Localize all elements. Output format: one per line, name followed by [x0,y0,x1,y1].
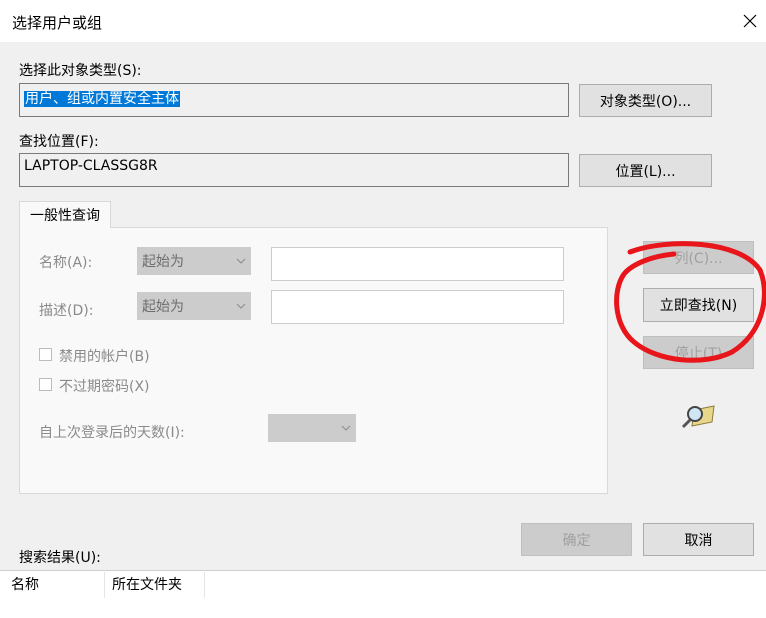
column-header-folder[interactable]: 所在文件夹 [104,570,204,598]
name-match-value: 起始为 [142,254,184,270]
name-input[interactable] [271,247,564,281]
no-expire-password-checkbox[interactable] [39,378,52,391]
object-types-button[interactable]: 对象类型(O)... [579,84,712,117]
description-label: 描述(D): [39,303,94,319]
locations-button[interactable]: 位置(L)... [579,154,712,187]
days-since-login-combo[interactable] [268,414,356,442]
name-label: 名称(A): [39,255,93,271]
no-expire-password-label: 不过期密码(X) [59,379,150,395]
chevron-down-icon [232,303,250,309]
object-type-field[interactable]: 用户、组或内置安全主体 [19,83,569,117]
annotation-circle [614,241,766,363]
close-icon [743,14,757,28]
cancel-button[interactable]: 取消 [643,523,754,556]
tab-common-queries[interactable]: 一般性查询 [19,201,111,228]
days-since-login-label: 自上次登录后的天数(I): [39,425,185,441]
object-type-label: 选择此对象类型(S): [19,63,142,79]
disabled-accounts-checkbox[interactable] [39,348,52,361]
name-match-combo[interactable]: 起始为 [137,247,251,275]
location-value: LAPTOP-CLASSG8R [24,158,158,174]
ok-button[interactable]: 确定 [521,523,632,556]
chevron-down-icon [232,258,250,264]
search-icon [680,400,716,430]
column-divider [204,572,205,598]
description-match-value: 起始为 [142,299,184,315]
object-type-value: 用户、组或内置安全主体 [24,91,180,107]
chevron-down-icon [337,425,355,431]
column-header-name[interactable]: 名称 [3,570,103,598]
window-title: 选择用户或组 [12,14,103,32]
disabled-accounts-label: 禁用的帐户(B) [59,349,150,365]
description-match-combo[interactable]: 起始为 [137,292,251,320]
location-label: 查找位置(F): [19,134,99,150]
close-button[interactable] [736,6,764,36]
location-field[interactable]: LAPTOP-CLASSG8R [19,153,569,187]
search-results-label: 搜索结果(U): [19,550,101,566]
title-bar [0,0,766,42]
description-input[interactable] [271,290,564,324]
